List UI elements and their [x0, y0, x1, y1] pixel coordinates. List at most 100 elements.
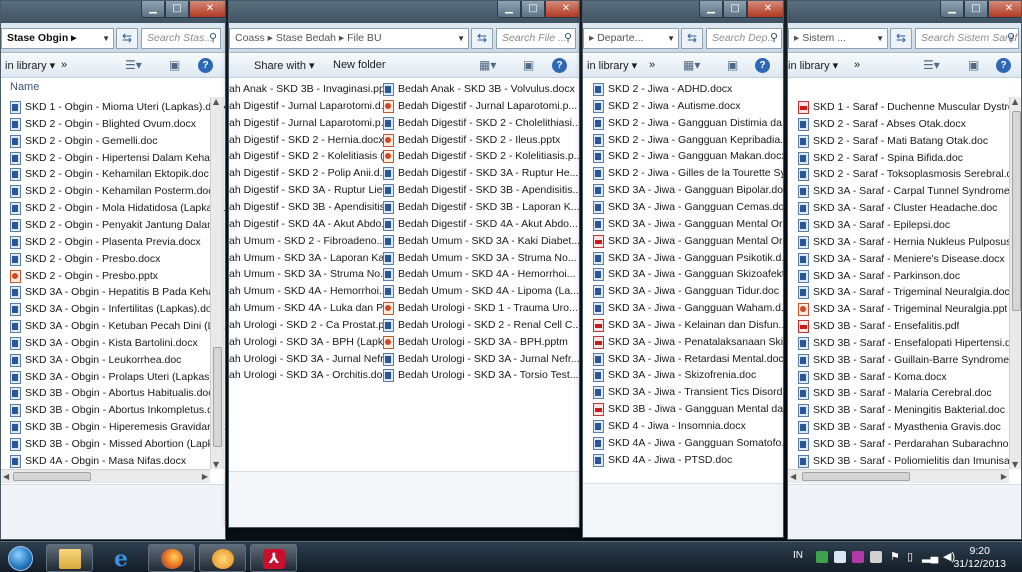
- scroll-up-arrow[interactable]: ▲: [213, 97, 219, 106]
- file-item[interactable]: SKD 3A - Obgin - Ketuban Pecah Dini (La.…: [10, 318, 225, 335]
- more-commands-button[interactable]: »: [854, 59, 860, 71]
- file-item[interactable]: ah Digestif - Jurnal Laparotomi.p...: [229, 115, 390, 132]
- new-folder-button[interactable]: New folder: [333, 59, 386, 71]
- file-item[interactable]: SKD 1 - Obgin - Mioma Uteri (Lapkas).doc…: [10, 99, 225, 116]
- file-item[interactable]: SKD 2 - Obgin - Kehamilan Ektopik.doc: [10, 166, 209, 183]
- start-button[interactable]: [0, 543, 42, 572]
- tray-app-icon[interactable]: [834, 551, 846, 563]
- file-item[interactable]: SKD 3A - Jiwa - Gangguan Mental Or...: [593, 216, 783, 233]
- explorer-window-bedah[interactable]: ▁ □ ✕ Coass ▸ Stase Bedah ▸ File BU ▼ ⇆ …: [228, 0, 580, 528]
- file-item[interactable]: ah Digestif - SKD 4A - Akut Abdo...: [229, 216, 390, 233]
- refresh-icon[interactable]: ⇆: [471, 28, 493, 49]
- file-item[interactable]: ah Digestif - SKD 2 - Polip Anii.d...: [229, 165, 388, 182]
- tray-app-icon[interactable]: [870, 551, 882, 563]
- scroll-down-arrow[interactable]: ▼: [1012, 460, 1018, 469]
- file-item[interactable]: ah Umum - SKD 3A - Struma No...: [229, 266, 389, 283]
- file-item[interactable]: ah Umum - SKD 4A - Hemorrhoi...: [229, 283, 388, 300]
- file-item[interactable]: SKD 3B - Obgin - Hiperemesis Gravidaru..…: [10, 419, 225, 436]
- file-item[interactable]: SKD 3A - Saraf - Meniere's Disease.docx: [798, 251, 1005, 268]
- file-item[interactable]: SKD 3A - Obgin - Kista Bartolini.docx: [10, 335, 198, 352]
- file-item[interactable]: ah Anak - SKD 3B - Invaginasi.ppt: [229, 81, 388, 98]
- address-field[interactable]: ▸ Sistem ... ▼: [788, 28, 888, 49]
- maximize-button[interactable]: □: [165, 1, 189, 18]
- network-icon[interactable]: ▂▄: [922, 550, 938, 563]
- search-icon[interactable]: ⚲: [770, 29, 778, 48]
- chevron-down-icon[interactable]: ▼: [102, 29, 110, 48]
- file-item[interactable]: ah Digestif - Jurnal Laparotomi.d...: [229, 98, 390, 115]
- file-item[interactable]: SKD 2 - Obgin - Presbo.pptx: [10, 268, 158, 285]
- close-button[interactable]: ✕: [747, 1, 783, 18]
- file-item[interactable]: SKD 2 - Saraf - Abses Otak.docx: [798, 116, 966, 133]
- scrollbar-thumb[interactable]: [802, 472, 910, 481]
- file-item[interactable]: SKD 3A - Jiwa - Gangguan Psikotik.d...: [593, 250, 783, 267]
- file-item[interactable]: Bedah Umum - SKD 4A - Hemorrhoi...: [383, 266, 575, 283]
- file-item[interactable]: ah Umum - SKD 3A - Laporan Ka...: [229, 250, 393, 267]
- file-item[interactable]: SKD 3B - Saraf - Malaria Cerebral.doc: [798, 385, 992, 402]
- file-item[interactable]: SKD 4 - Jiwa - Insomnia.docx: [593, 418, 746, 435]
- file-item[interactable]: Bedah Digestif - Jurnal Laparotomi.p...: [383, 98, 577, 115]
- more-commands-button[interactable]: »: [61, 59, 67, 71]
- file-item[interactable]: SKD 4A - Obgin - Masa Nifas.docx: [10, 453, 186, 470]
- file-item[interactable]: SKD 2 - Obgin - Blighted Ovum.docx: [10, 116, 196, 133]
- file-item[interactable]: SKD 2 - Obgin - Presbo.docx: [10, 251, 160, 268]
- clock[interactable]: 9:20 31/12/2013: [953, 545, 1006, 571]
- scroll-right-arrow[interactable]: ▶: [202, 472, 208, 481]
- file-item[interactable]: SKD 2 - Obgin - Kehamilan Posterm.docx: [10, 183, 219, 200]
- include-in-library-menu[interactable]: in library ▾: [587, 59, 637, 72]
- file-item[interactable]: ah Urologi - SKD 3A - BPH (Lapk...: [229, 334, 392, 351]
- file-item[interactable]: SKD 3B - Saraf - Meningitis Bakterial.do…: [798, 402, 1005, 419]
- file-item[interactable]: SKD 3A - Jiwa - Gangguan Mental Or...: [593, 233, 783, 250]
- file-item[interactable]: Bedah Umum - SKD 4A - Lipoma (La...: [383, 283, 579, 300]
- language-indicator[interactable]: IN: [793, 550, 803, 561]
- file-item[interactable]: ah Umum - SKD 4A - Luka dan P...: [229, 300, 390, 317]
- file-item[interactable]: Bedah Umum - SKD 3A - Kaki Diabet...: [383, 233, 579, 250]
- search-icon[interactable]: ⚲: [564, 29, 572, 48]
- refresh-icon[interactable]: ⇆: [681, 28, 703, 49]
- file-item[interactable]: SKD 3B - Obgin - Abortus Habitualis.doc: [10, 385, 214, 402]
- chevron-down-icon[interactable]: ▼: [667, 29, 675, 48]
- file-item[interactable]: ah Digestif - SKD 3A - Ruptur Lie...: [229, 182, 391, 199]
- maximize-button[interactable]: □: [723, 1, 747, 18]
- address-field[interactable]: ▸ Departe... ▼: [583, 28, 679, 49]
- scroll-left-arrow[interactable]: ◀: [790, 472, 796, 481]
- search-input[interactable]: Search File ... ⚲: [496, 28, 576, 49]
- file-item[interactable]: SKD 2 - Obgin - Plasenta Previa.docx: [10, 234, 201, 251]
- breadcrumb[interactable]: Coass ▸ Stase Bedah ▸ File BU: [235, 32, 382, 44]
- file-item[interactable]: Bedah Digestif - SKD 2 - Kolelitiasis.p.…: [383, 148, 579, 165]
- views-icon[interactable]: ☰▾: [923, 58, 940, 72]
- close-button[interactable]: ✕: [988, 1, 1021, 18]
- file-item[interactable]: SKD 3A - Jiwa - Retardasi Mental.doc: [593, 351, 783, 368]
- file-item[interactable]: ah Digestif - SKD 3B - Apendisitis...: [229, 199, 394, 216]
- preview-pane-icon[interactable]: ▣: [169, 58, 180, 72]
- file-item[interactable]: SKD 3B - Saraf - Ensefalitis.pdf: [798, 318, 959, 335]
- file-item[interactable]: SKD 3A - Jiwa - Gangguan Cemas.doc: [593, 199, 783, 216]
- scroll-down-arrow[interactable]: ▼: [213, 460, 219, 469]
- file-item[interactable]: SKD 3B - Jiwa - Gangguan Mental da...: [593, 401, 783, 418]
- scroll-right-arrow[interactable]: ▶: [1001, 472, 1007, 481]
- scrollbar-thumb[interactable]: [13, 472, 91, 481]
- file-item[interactable]: SKD 3A - Jiwa - Gangguan Bipolar.doc: [593, 182, 783, 199]
- scrollbar-thumb[interactable]: [1012, 111, 1021, 311]
- file-item[interactable]: Bedah Anak - SKD 3B - Volvulus.docx: [383, 81, 575, 98]
- views-icon[interactable]: ▦▾: [683, 58, 700, 72]
- file-item[interactable]: SKD 3A - Saraf - Carpal Tunnel Syndrome.…: [798, 183, 1021, 200]
- file-item[interactable]: SKD 3A - Obgin - Hepatitis B Pada Keha..…: [10, 284, 223, 301]
- help-icon[interactable]: ?: [755, 58, 770, 73]
- media-player-icon[interactable]: [199, 544, 246, 572]
- file-item[interactable]: SKD 3A - Saraf - Cluster Headache.doc: [798, 200, 997, 217]
- file-item[interactable]: Bedah Digestif - SKD 2 - Ileus.pptx: [383, 132, 560, 149]
- preview-pane-icon[interactable]: ▣: [727, 58, 738, 72]
- help-icon[interactable]: ?: [198, 58, 213, 73]
- file-item[interactable]: Bedah Urologi - SKD 3A - Torsio Test...: [383, 367, 579, 384]
- file-item[interactable]: SKD 3A - Jiwa - Gangguan Waham.d...: [593, 300, 783, 317]
- file-item[interactable]: SKD 3A - Obgin - Prolaps Uteri (Lapkas).…: [10, 369, 225, 386]
- action-center-icon[interactable]: ⚑: [890, 550, 900, 563]
- file-item[interactable]: ah Umum - SKD 2 - Fibroadeno...: [229, 233, 385, 250]
- file-item[interactable]: ah Urologi - SKD 3A - Orchitis.do...: [229, 367, 391, 384]
- file-item[interactable]: SKD 3A - Saraf - Hernia Nukleus Pulposus…: [798, 234, 1021, 251]
- file-item[interactable]: ah Urologi - SKD 3A - Jurnal Nefr...: [229, 351, 392, 368]
- acrobat-icon[interactable]: ⅄: [250, 544, 297, 572]
- file-item[interactable]: SKD 3A - Jiwa - Transient Tics Disord...: [593, 384, 783, 401]
- file-item[interactable]: Bedah Urologi - SKD 1 - Trauma Uro...: [383, 300, 578, 317]
- search-icon[interactable]: ⚲: [209, 29, 217, 48]
